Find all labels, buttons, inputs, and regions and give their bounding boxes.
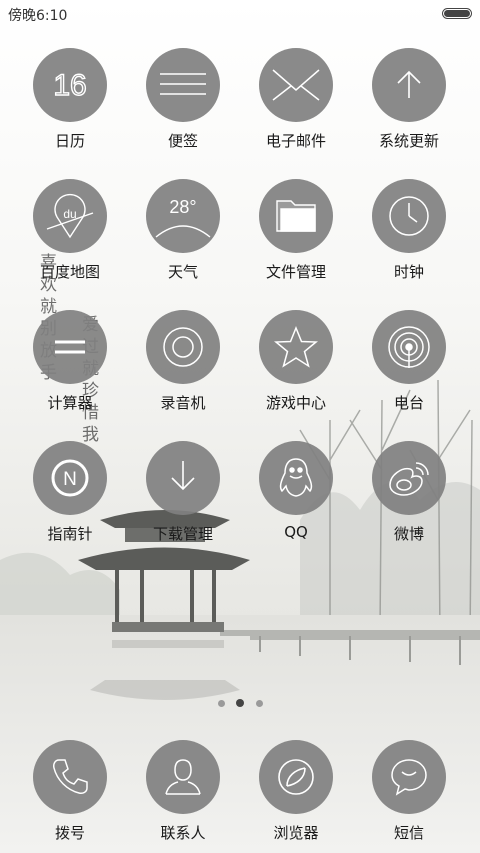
svg-text:du: du: [63, 207, 76, 221]
calendar-icon: 16: [33, 48, 107, 122]
app-label: 电子邮件: [265, 132, 326, 150]
dock-browser[interactable]: 浏览器: [241, 740, 351, 852]
qq-penguin-icon: [259, 441, 333, 515]
compass-icon: N: [33, 441, 107, 515]
app-label: 日历: [54, 132, 85, 150]
map-pin-icon: du: [33, 179, 107, 253]
page-dot: [218, 700, 225, 707]
app-label: 计算器: [47, 394, 93, 412]
app-label: 下载管理: [152, 525, 213, 543]
app-system-update[interactable]: 系统更新: [354, 48, 464, 160]
message-icon: [372, 740, 446, 814]
app-baidu-map[interactable]: du 百度地图: [15, 179, 125, 291]
app-calculator[interactable]: 计算器: [15, 310, 125, 422]
app-weibo[interactable]: 微博: [354, 441, 464, 553]
status-bar: 傍晚6:10: [0, 0, 480, 28]
app-label: 系统更新: [378, 132, 439, 150]
app-calendar[interactable]: 16 日历: [15, 48, 125, 160]
page-dot-active: [236, 699, 244, 707]
app-label: 电台: [393, 394, 424, 412]
app-label: 录音机: [160, 394, 206, 412]
battery-level: [444, 10, 470, 17]
app-label: QQ: [284, 523, 308, 541]
app-download-manager[interactable]: 下载管理: [128, 441, 238, 553]
app-label: 联系人: [160, 824, 206, 842]
app-label: 时钟: [393, 263, 424, 281]
page-dot: [256, 700, 263, 707]
app-label: 便签: [167, 132, 198, 150]
equals-icon: [33, 310, 107, 384]
weibo-icon: [372, 441, 446, 515]
arrow-up-icon: [372, 48, 446, 122]
svg-text:28°: 28°: [169, 197, 196, 217]
app-email[interactable]: 电子邮件: [241, 48, 351, 160]
dock-dialer[interactable]: 拨号: [15, 740, 125, 852]
svg-text:16: 16: [53, 69, 86, 102]
app-label: 拨号: [54, 824, 85, 842]
app-label: 百度地图: [39, 263, 100, 281]
app-recorder[interactable]: 录音机: [128, 310, 238, 422]
envelope-icon: [259, 48, 333, 122]
app-radio[interactable]: 电台: [354, 310, 464, 422]
page-indicator: [210, 699, 270, 709]
notes-icon: [146, 48, 220, 122]
app-compass[interactable]: N 指南针: [15, 441, 125, 553]
app-label: 指南针: [47, 525, 93, 543]
clock-icon: [372, 179, 446, 253]
app-game-center[interactable]: 游戏中心: [241, 310, 351, 422]
app-label: 短信: [393, 824, 424, 842]
contact-icon: [146, 740, 220, 814]
svg-text:N: N: [63, 469, 77, 490]
dock-sms[interactable]: 短信: [354, 740, 464, 852]
app-label: 微博: [393, 525, 424, 543]
app-clock[interactable]: 时钟: [354, 179, 464, 291]
app-label: 游戏中心: [265, 394, 326, 412]
app-label: 浏览器: [273, 824, 319, 842]
download-icon: [146, 441, 220, 515]
app-qq[interactable]: QQ: [241, 441, 351, 553]
app-notes[interactable]: 便签: [128, 48, 238, 160]
app-label: 天气: [167, 263, 198, 281]
status-time: 傍晚6:10: [8, 8, 68, 24]
app-weather[interactable]: 28° 天气: [128, 179, 238, 291]
star-icon: [259, 310, 333, 384]
browser-icon: [259, 740, 333, 814]
battery-icon: [442, 8, 472, 19]
record-icon: [146, 310, 220, 384]
radio-icon: [372, 310, 446, 384]
weather-icon: 28°: [146, 179, 220, 253]
dock-contacts[interactable]: 联系人: [128, 740, 238, 852]
folder-icon: [259, 179, 333, 253]
phone-icon: [33, 740, 107, 814]
app-file-manager[interactable]: 文件管理: [241, 179, 351, 291]
app-label: 文件管理: [265, 263, 326, 281]
